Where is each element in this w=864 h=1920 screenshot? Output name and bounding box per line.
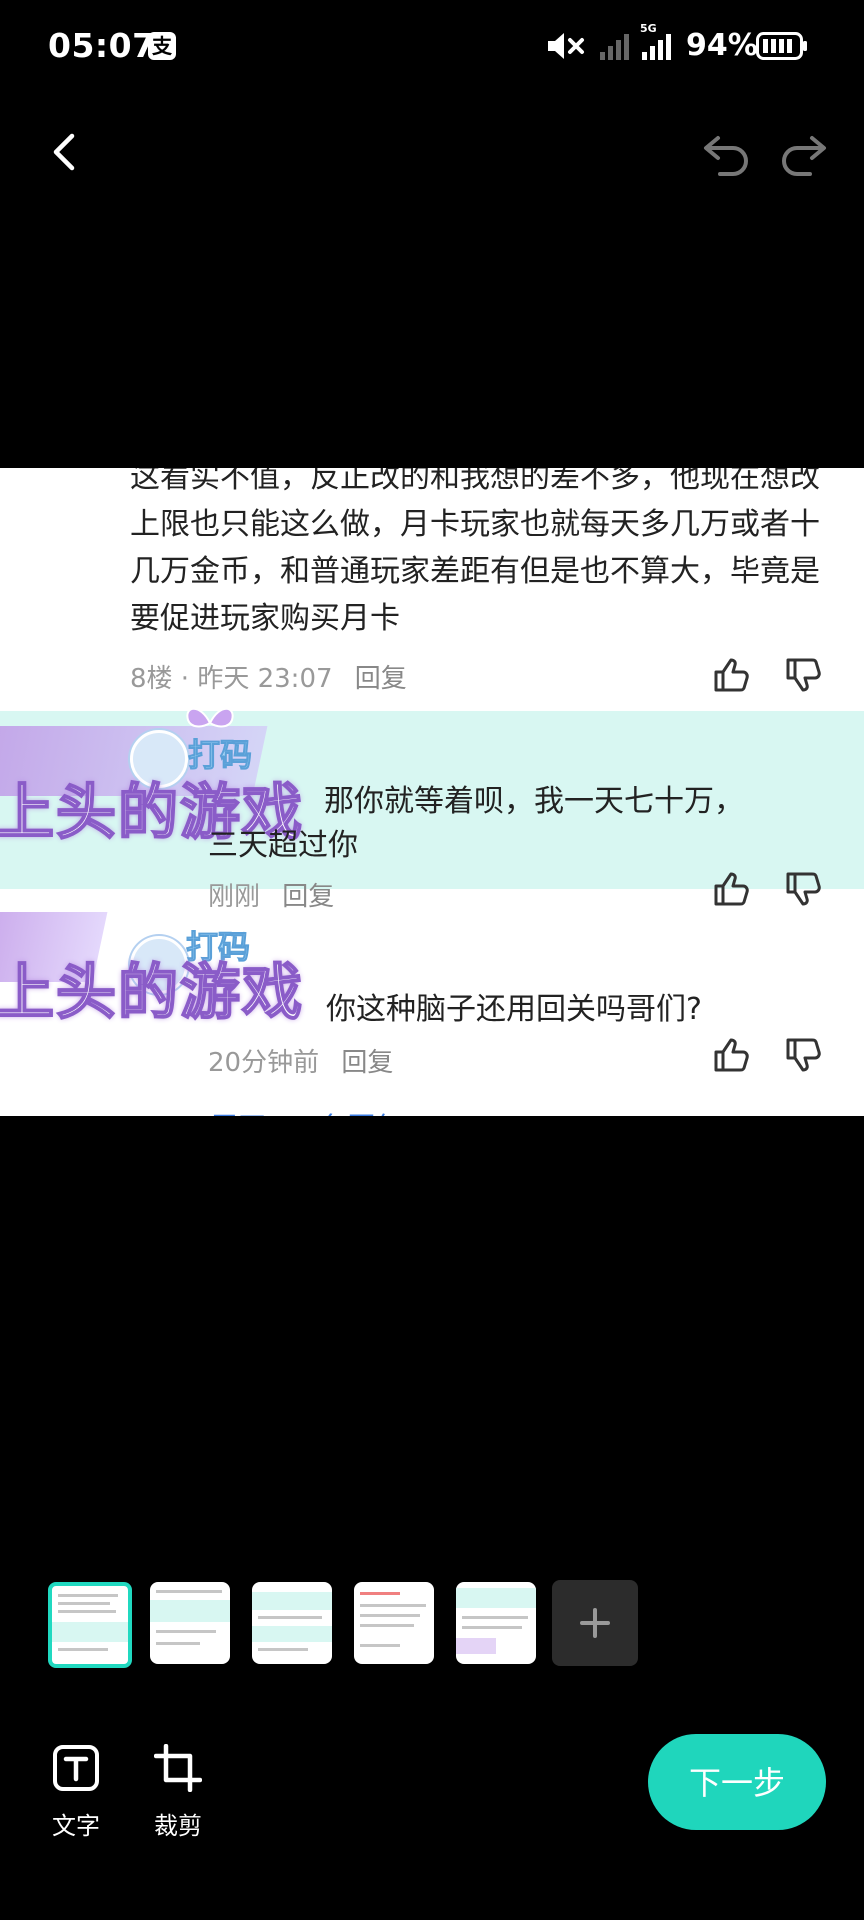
reply-time: 刚刚: [208, 882, 261, 912]
thumbnail-4[interactable]: [354, 1582, 434, 1664]
thumbnail-3[interactable]: [252, 1582, 332, 1664]
undo-button[interactable]: [700, 128, 754, 176]
crop-tool-button[interactable]: 裁剪: [138, 1743, 218, 1841]
crop-icon: [153, 1743, 203, 1793]
text-tool-button[interactable]: 文字: [36, 1744, 116, 1841]
plus-icon: [580, 1608, 610, 1638]
comment-text: 这看实不值，反正改的和我想的差不多，他现在想改上限也只能这么做，月卡玩家也就每天…: [130, 468, 820, 636]
status-time: 05:07: [48, 26, 156, 65]
dislike-icon: [786, 872, 821, 906]
dislike-icon: [786, 1038, 821, 1072]
thumbnail-1[interactable]: [48, 1582, 132, 1668]
reply-text: 你这种脑子还用回关吗哥们?: [326, 992, 702, 1027]
reply-time: 20分钟前: [208, 1048, 320, 1078]
mute-icon: [548, 33, 584, 59]
add-image-button[interactable]: [552, 1580, 638, 1666]
crop-tool-label: 裁剪: [154, 1812, 202, 1840]
reply-meta: 20分钟前 回复: [208, 1042, 393, 1079]
redo-button[interactable]: [776, 128, 830, 176]
like-icon: [714, 872, 749, 906]
comment-reply-link: 回复: [354, 664, 407, 694]
signal-5g-icon: 5G: [640, 22, 671, 60]
signal-weak-icon: [600, 34, 629, 60]
comment-meta: 8楼 · 昨天 23:07 回复: [130, 658, 407, 695]
text-tool-label: 文字: [52, 1812, 100, 1840]
expand-replies-link: 展开258条回复: [210, 1106, 403, 1116]
thumbnail-2[interactable]: [150, 1582, 230, 1664]
reply-text-line2: 三天超过你: [208, 828, 358, 863]
image-preview-canvas[interactable]: 这看实不值，反正改的和我想的差不多，他现在想改上限也只能这么做，月卡玩家也就每天…: [0, 468, 864, 1116]
like-icon: [714, 658, 749, 692]
svg-text:5G: 5G: [640, 22, 657, 35]
battery-icon: [756, 32, 807, 60]
reply-reply-link: 回复: [282, 882, 335, 912]
thumbnail-5[interactable]: [456, 1582, 536, 1664]
dislike-icon: [786, 658, 821, 692]
battery-percentage: 94%: [686, 28, 758, 63]
next-step-button[interactable]: 下一步: [648, 1734, 826, 1830]
overlay-sticker-text: 上头的游戏: [0, 957, 304, 1029]
reply-text-line1: 那你就等着呗，我一天七十万，: [324, 784, 744, 819]
like-icon: [714, 1038, 749, 1072]
reply-reply-link: 回复: [341, 1048, 394, 1078]
back-button[interactable]: [44, 128, 84, 176]
notification-app-icon: 支: [148, 32, 176, 60]
text-tool-icon: [53, 1745, 99, 1791]
reply-meta: 刚刚 回复: [208, 876, 334, 913]
comment-floor-time: 8楼 · 昨天 23:07: [130, 664, 333, 694]
